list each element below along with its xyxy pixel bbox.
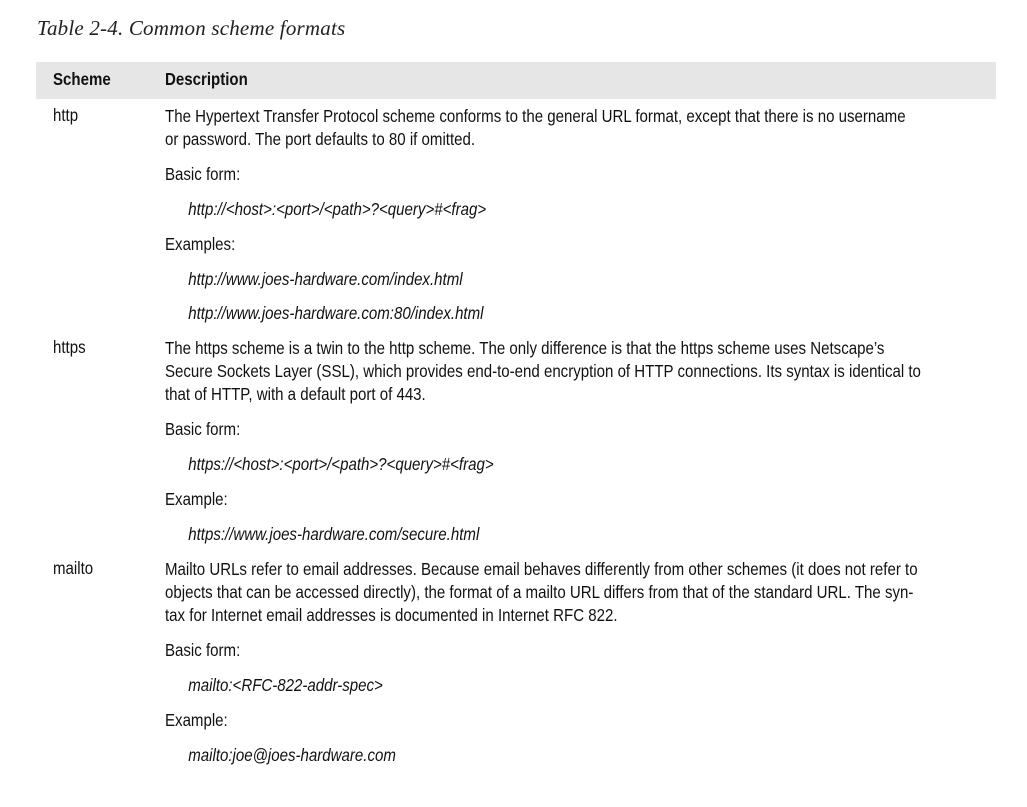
- basic-form-syntax: http://<host>:<port>/<path>?<query>#<fra…: [188, 199, 487, 219]
- basic-form-label: Basic form:: [165, 164, 241, 184]
- description-line: Secure Sockets Layer (SSL), which provid…: [165, 361, 921, 381]
- basic-form-label: Basic form:: [165, 419, 241, 439]
- example-url: mailto:joe@joes-hardware.com: [188, 745, 396, 765]
- description-line: or password. The port defaults to 80 if …: [165, 129, 476, 149]
- table-caption: Table 2-4. Common scheme formats: [37, 16, 346, 40]
- description-line: Mailto URLs refer to email addresses. Be…: [165, 559, 918, 579]
- header-description: Description: [165, 69, 248, 89]
- description-line: tax for Internet email addresses is docu…: [165, 605, 618, 625]
- basic-form-label: Basic form:: [165, 640, 241, 660]
- example-label: Example:: [165, 710, 228, 730]
- basic-form-syntax: mailto:<RFC-822-addr-spec>: [188, 675, 383, 695]
- example-url: http://www.joes-hardware.com:80/index.ht…: [188, 303, 484, 323]
- example-url: https://www.joes-hardware.com/secure.htm…: [188, 524, 480, 544]
- description-line: The https scheme is a twin to the http s…: [165, 338, 885, 358]
- basic-form-syntax: https://<host>:<port>/<path>?<query>#<fr…: [188, 454, 494, 474]
- description-cell: The https scheme is a twin to the http s…: [165, 337, 1027, 546]
- scheme-cell: https: [53, 337, 86, 357]
- examples-label: Examples:: [165, 234, 236, 254]
- scheme-cell: http: [53, 105, 79, 125]
- scheme-cell: mailto: [53, 558, 94, 578]
- header-scheme: Scheme: [53, 69, 111, 89]
- description-line: objects that can be accessed directly), …: [165, 582, 914, 602]
- table-row-https: https The https scheme is a twin to the …: [36, 337, 996, 546]
- example-url: http://www.joes-hardware.com/index.html: [188, 269, 463, 289]
- description-line: that of HTTP, with a default port of 443…: [165, 384, 426, 404]
- table-header-row: Scheme Description: [36, 62, 996, 99]
- description-line: The Hypertext Transfer Protocol scheme c…: [165, 106, 906, 126]
- description-cell: Mailto URLs refer to email addresses. Be…: [165, 558, 1027, 767]
- scheme-table: Scheme Description http The Hypertext Tr…: [36, 62, 996, 767]
- description-cell: The Hypertext Transfer Protocol scheme c…: [165, 105, 1027, 325]
- table-row-mailto: mailto Mailto URLs refer to email addres…: [36, 558, 996, 767]
- table-row-http: http The Hypertext Transfer Protocol sch…: [36, 105, 996, 325]
- example-label: Example:: [165, 489, 228, 509]
